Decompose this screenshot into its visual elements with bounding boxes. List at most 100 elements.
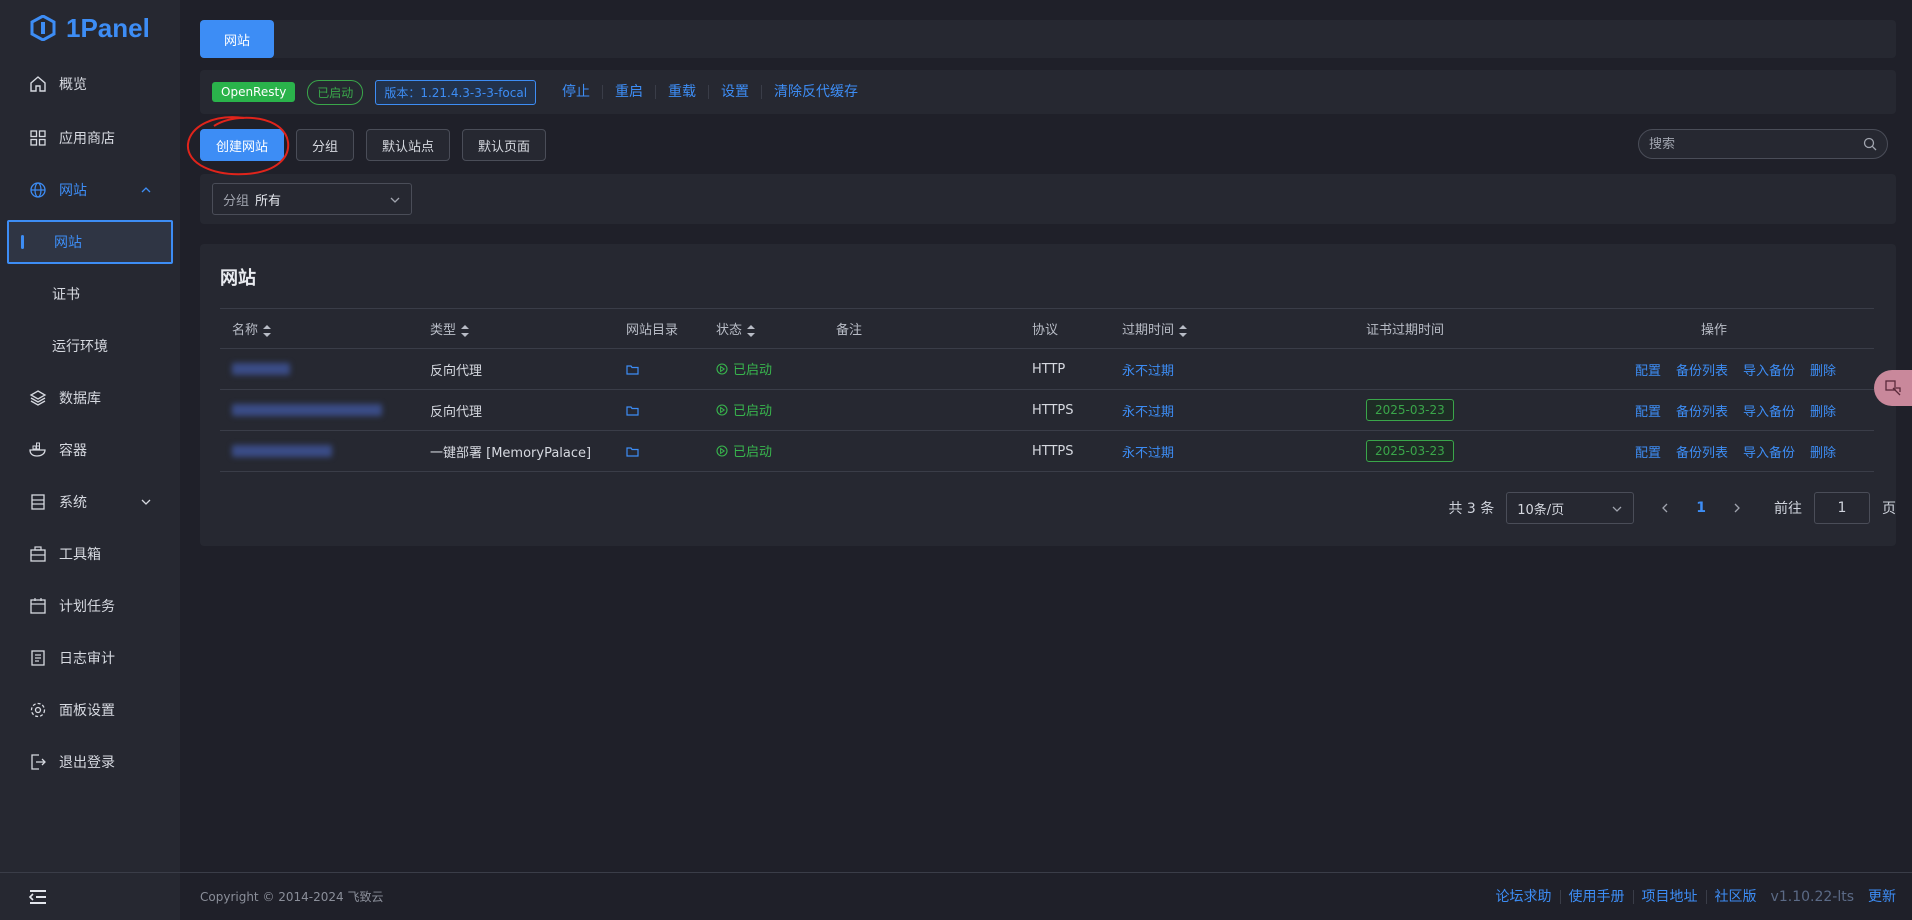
docker-icon (29, 441, 47, 459)
create-website-button[interactable]: 创建网站 (200, 129, 285, 161)
settings-link[interactable]: 设置 (709, 85, 763, 99)
gear-icon (29, 701, 47, 719)
page-size-select[interactable]: 10条/页 (1506, 492, 1635, 524)
sidebar-item-cron[interactable]: 计划任务 (0, 580, 180, 632)
backup-list-link[interactable]: 备份列表 (1676, 446, 1728, 461)
sidebar-item-label: 日志审计 (59, 651, 115, 667)
default-site-button[interactable]: 默认站点 (366, 129, 451, 161)
chevron-down-icon (141, 499, 151, 505)
translate-float-button[interactable] (1874, 370, 1912, 406)
website-table: 名称 类型 网站目录 状态 备注 协议 过期时间 证书过期时间 操作 反向代理 … (220, 308, 1874, 472)
sidebar-subitem-certificate[interactable]: 证书 (0, 268, 180, 320)
project-link[interactable]: 项目地址 (1634, 889, 1707, 904)
expire-link[interactable]: 永不过期 (1122, 446, 1174, 461)
group-button[interactable]: 分组 (296, 129, 355, 161)
import-backup-link[interactable]: 导入备份 (1743, 364, 1795, 379)
column-header[interactable]: 名称 (220, 308, 418, 349)
reload-link[interactable]: 重载 (656, 85, 710, 99)
sidebar-item-database[interactable]: 数据库 (0, 372, 180, 424)
search-icon[interactable] (1863, 137, 1877, 151)
sort-icon (461, 324, 470, 337)
blurred-site-name (232, 363, 290, 375)
delete-link[interactable]: 删除 (1810, 364, 1836, 379)
config-link[interactable]: 配置 (1635, 446, 1661, 461)
expire-link[interactable]: 永不过期 (1122, 364, 1174, 379)
remark-cell (824, 389, 1020, 431)
sidebar-item-logs[interactable]: 日志审计 (0, 632, 180, 684)
sidebar-item-label: 退出登录 (59, 755, 115, 771)
toolbox-icon (29, 545, 47, 563)
site-name-cell[interactable] (220, 430, 418, 472)
sidebar-collapse-button[interactable] (0, 872, 180, 920)
sidebar-item-overview[interactable]: 概览 (0, 56, 180, 112)
table-row: 反向代理 已启动 HTTPS 永不过期 2025-03-23 配置 备份列表 导入备… (220, 389, 1874, 431)
table-row: 一键部署 [MemoryPalace] 已启动 HTTPS 永不过期 2025-… (220, 430, 1874, 472)
folder-icon[interactable] (626, 404, 639, 417)
next-page-icon[interactable] (1730, 501, 1744, 515)
column-header[interactable]: 过期时间 (1110, 308, 1354, 349)
sidebar-item-website[interactable]: 网站 (0, 164, 180, 216)
delete-link[interactable]: 删除 (1810, 446, 1836, 461)
expire-cell[interactable]: 永不过期 (1110, 430, 1354, 472)
tab-website[interactable]: 网站 (200, 20, 275, 58)
goto-page-input[interactable]: 1 (1814, 492, 1870, 524)
expire-cell[interactable]: 永不过期 (1110, 348, 1354, 390)
sidebar-item-settings[interactable]: 面板设置 (0, 684, 180, 736)
current-page[interactable]: 1 (1696, 500, 1706, 516)
play-circle-icon (716, 404, 728, 416)
update-link[interactable]: 更新 (1860, 890, 1896, 904)
total-count: 共 3 条 (1448, 501, 1495, 517)
search-input[interactable] (1649, 136, 1863, 152)
column-header: 协议 (1020, 308, 1110, 349)
sidebar-item-container[interactable]: 容器 (0, 424, 180, 476)
group-select[interactable]: 分组 所有 (212, 183, 412, 215)
stop-link[interactable]: 停止 (556, 85, 604, 99)
config-link[interactable]: 配置 (1635, 364, 1661, 379)
sidebar-subitem-runtime[interactable]: 运行环境 (0, 320, 180, 372)
operations-cell: 配置 备份列表 导入备份 删除 (1554, 389, 1874, 431)
search-box (1638, 129, 1888, 159)
folder-icon[interactable] (626, 445, 639, 458)
column-header: 证书过期时间 (1354, 308, 1554, 349)
protocol-cell: HTTPS (1020, 389, 1110, 431)
column-header[interactable]: 状态 (704, 308, 824, 349)
clear-proxy-cache-link[interactable]: 清除反代缓存 (762, 85, 870, 99)
backup-list-link[interactable]: 备份列表 (1676, 364, 1728, 379)
forum-link[interactable]: 论坛求助 (1488, 889, 1561, 904)
sidebar-item-system[interactable]: 系统 (0, 476, 180, 528)
app-status-bar: OpenResty 已启动 版本：1.21.4.3-3-3-focal 停止 重… (200, 70, 1896, 114)
delete-link[interactable]: 删除 (1810, 405, 1836, 420)
sidebar-item-label: 应用商店 (59, 131, 115, 147)
import-backup-link[interactable]: 导入备份 (1743, 405, 1795, 420)
status-cell[interactable]: 已启动 (704, 430, 824, 472)
site-name-cell[interactable] (220, 348, 418, 390)
sidebar-item-appstore[interactable]: 应用商店 (0, 112, 180, 164)
status-cell[interactable]: 已启动 (704, 348, 824, 390)
copyright: Copyright © 2014-2024 飞致云 (200, 890, 384, 904)
restart-link[interactable]: 重启 (603, 85, 657, 99)
edition-link[interactable]: 社区版 (1707, 890, 1765, 904)
default-page-button[interactable]: 默认页面 (462, 129, 547, 161)
site-name-cell[interactable] (220, 389, 418, 431)
sidebar-subitem-label: 证书 (52, 287, 80, 303)
server-icon (29, 493, 47, 511)
status-cell[interactable]: 已启动 (704, 389, 824, 431)
import-backup-link[interactable]: 导入备份 (1743, 446, 1795, 461)
filter-bar: 分组 所有 (200, 174, 1896, 224)
status-badge: 已启动 (307, 79, 364, 105)
backup-list-link[interactable]: 备份列表 (1676, 405, 1728, 420)
expire-link[interactable]: 永不过期 (1122, 405, 1174, 420)
sidebar-subitem-website[interactable]: 网站 (7, 220, 173, 264)
column-header[interactable]: 类型 (418, 308, 614, 349)
sidebar-item-logout[interactable]: 退出登录 (0, 736, 180, 788)
version-text: v1.10.22-lts (1770, 888, 1854, 905)
chevron-down-icon (1612, 506, 1622, 512)
expire-cell[interactable]: 永不过期 (1110, 389, 1354, 431)
app-name-badge: OpenResty (212, 82, 296, 102)
manual-link[interactable]: 使用手册 (1561, 889, 1634, 904)
folder-icon[interactable] (626, 363, 639, 376)
prev-page-icon[interactable] (1658, 501, 1672, 515)
sidebar-subitem-label: 运行环境 (52, 339, 108, 355)
sidebar-item-toolbox[interactable]: 工具箱 (0, 528, 180, 580)
config-link[interactable]: 配置 (1635, 405, 1661, 420)
